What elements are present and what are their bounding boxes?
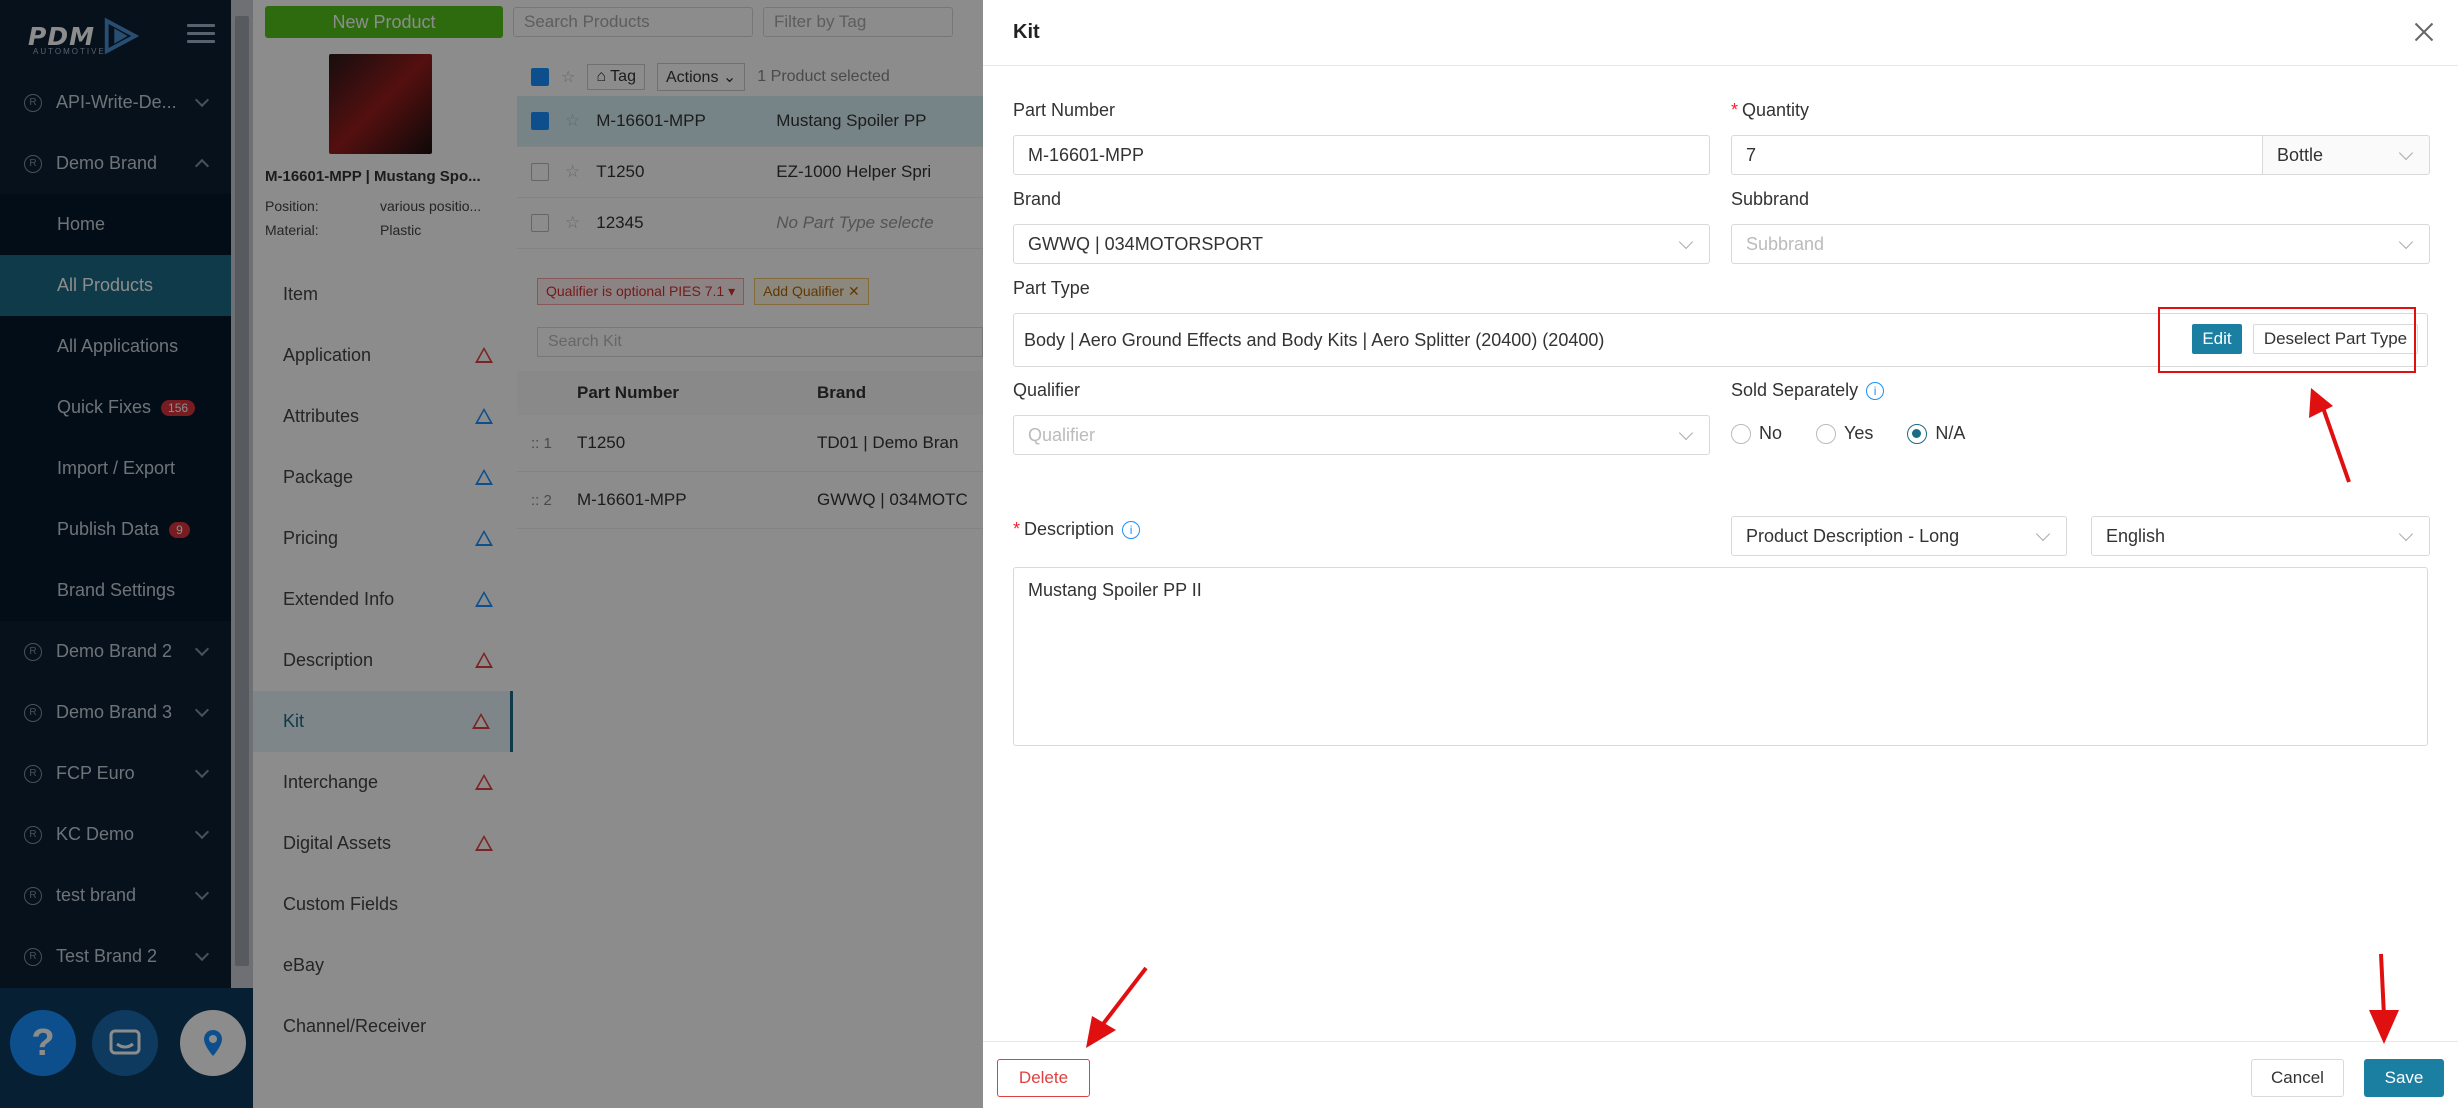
- language-value: English: [2106, 525, 2166, 546]
- radio-na[interactable]: N/A: [1907, 423, 1965, 444]
- delete-button[interactable]: Delete: [997, 1059, 1090, 1097]
- radio-label: Yes: [1844, 423, 1874, 443]
- radio-no[interactable]: No: [1731, 423, 1782, 444]
- description-type-value: Product Description - Long: [1746, 525, 1960, 546]
- annotation-arrow-icon: [1086, 966, 1148, 1048]
- unit-select[interactable]: Bottle: [2262, 135, 2430, 175]
- description-type-select[interactable]: Product Description - Long: [1731, 516, 2067, 556]
- part-type-value: Body | Aero Ground Effects and Body Kits…: [1024, 329, 1605, 350]
- subbrand-placeholder: Subbrand: [1746, 233, 1825, 254]
- drawer-footer: Delete Cancel Save: [983, 1041, 2458, 1108]
- info-icon[interactable]: i: [1122, 521, 1141, 540]
- required-marker: *: [1731, 100, 1739, 120]
- quantity-input[interactable]: 7: [1731, 135, 2263, 175]
- sold-separately-text: Sold Separately: [1731, 380, 1859, 400]
- chevron-down-icon: [2398, 234, 2414, 250]
- radio-yes[interactable]: Yes: [1816, 423, 1873, 444]
- close-icon[interactable]: [2412, 20, 2436, 44]
- cancel-button[interactable]: Cancel: [2251, 1059, 2344, 1097]
- sold-separately-label: Sold Separately i: [1731, 380, 1885, 401]
- qualifier-label: Qualifier: [1013, 380, 1081, 400]
- description-label-text: Description: [1024, 519, 1115, 539]
- info-icon[interactable]: i: [1866, 382, 1885, 401]
- annotation-arrow-icon: [2309, 388, 2351, 483]
- chevron-down-icon: [2035, 526, 2051, 542]
- radio-label: No: [1759, 423, 1783, 443]
- chevron-down-icon: [2398, 526, 2414, 542]
- radio-circle[interactable]: [1731, 423, 1751, 444]
- chevron-down-icon: [1678, 234, 1694, 250]
- subbrand-label: Subbrand: [1731, 189, 1810, 209]
- kit-drawer: Kit Part Number M-16601-MPP * Quantity 7 …: [983, 0, 2458, 1108]
- chevron-down-icon: [2398, 145, 2414, 161]
- quantity-label: * Quantity: [1731, 100, 1809, 121]
- annotation-arrow-icon: [2369, 953, 2399, 1044]
- qualifier-select[interactable]: Qualifier: [1013, 415, 1710, 455]
- save-button[interactable]: Save: [2364, 1059, 2444, 1097]
- annotation-highlight-box: [2158, 307, 2416, 373]
- radio-label: N/A: [1935, 423, 1966, 443]
- description-label: * Description i: [1013, 519, 1141, 540]
- part-number-label: Part Number: [1013, 100, 1116, 120]
- radio-circle[interactable]: [1816, 423, 1837, 444]
- quantity-label-text: Quantity: [1742, 100, 1810, 120]
- subbrand-select[interactable]: Subbrand: [1731, 224, 2430, 264]
- chevron-down-icon: [1678, 425, 1694, 441]
- part-type-label: Part Type: [1013, 278, 1090, 298]
- part-number-field[interactable]: M-16601-MPP: [1013, 135, 1710, 175]
- modal-overlay[interactable]: [0, 0, 983, 1108]
- drawer-title: Kit: [1013, 21, 1040, 43]
- required-marker: *: [1013, 519, 1021, 539]
- language-select[interactable]: English: [2091, 516, 2430, 556]
- drawer-header: Kit: [983, 0, 2458, 66]
- unit-value: Bottle: [2277, 144, 2324, 165]
- radio-circle-selected[interactable]: [1907, 423, 1928, 444]
- brand-label: Brand: [1013, 189, 1062, 209]
- brand-select[interactable]: GWWQ | 034MOTORSPORT: [1013, 224, 1710, 264]
- qualifier-placeholder: Qualifier: [1028, 424, 1096, 445]
- brand-value: GWWQ | 034MOTORSPORT: [1028, 233, 1264, 254]
- sold-separately-radio-group: No Yes N/A: [1731, 423, 1989, 444]
- description-textarea[interactable]: Mustang Spoiler PP II: [1013, 567, 2428, 746]
